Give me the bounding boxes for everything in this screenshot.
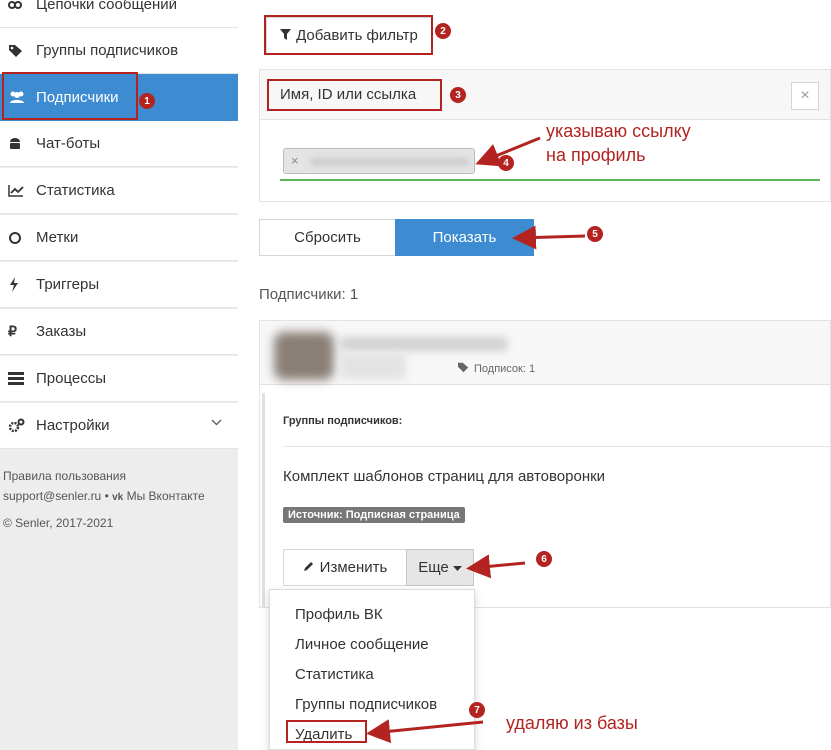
annotation-note-link: указываю ссылку на профиль	[546, 121, 691, 165]
annotation-number-7: 7	[469, 702, 485, 718]
annotation-number-5: 5	[587, 226, 603, 242]
annotation-arrows	[366, 136, 586, 744]
arrow-6	[466, 554, 526, 579]
arrow-7	[366, 719, 484, 744]
annotation-number-1: 1	[139, 93, 155, 109]
annotation-number-3: 3	[450, 87, 466, 103]
annotation-number-4: 4	[498, 155, 514, 171]
annotation-note-delete: удаляю из базы	[506, 713, 638, 733]
annotation-number-6: 6	[536, 551, 552, 567]
arrow-5	[512, 225, 586, 250]
annotation-number-2: 2	[435, 23, 451, 39]
